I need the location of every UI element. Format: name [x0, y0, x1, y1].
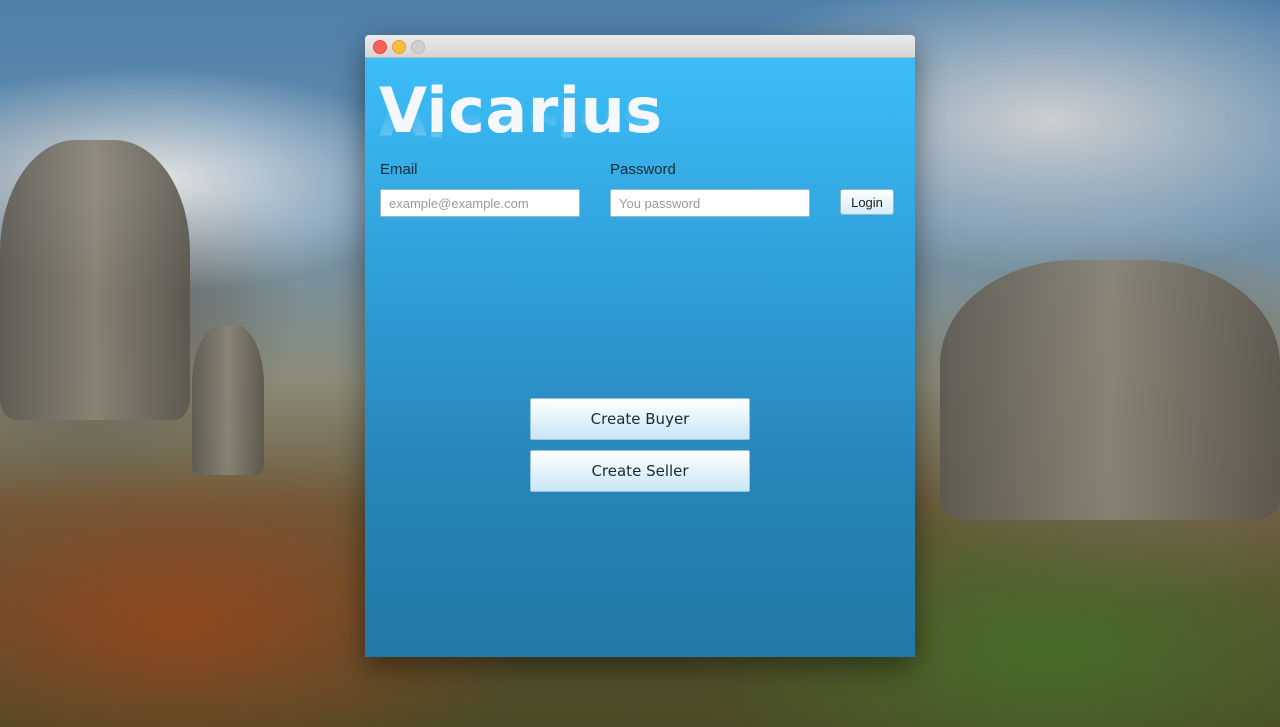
password-field[interactable]	[610, 189, 810, 217]
login-button[interactable]: Login	[840, 189, 894, 215]
wallpaper-rock-spire	[192, 325, 264, 475]
close-window-icon[interactable]	[373, 40, 387, 54]
app-window: Vicarius Vicarius Email Password Login C…	[365, 35, 915, 657]
wallpaper-rock-right	[940, 260, 1280, 520]
create-seller-button[interactable]: Create Seller	[530, 450, 750, 492]
app-title-reflection: Vicarius	[379, 106, 659, 144]
window-titlebar[interactable]	[365, 35, 915, 58]
email-field[interactable]	[380, 189, 580, 217]
password-label: Password	[610, 161, 676, 178]
zoom-window-icon[interactable]	[411, 40, 425, 54]
wallpaper-rock-left	[0, 140, 190, 420]
create-buyer-button[interactable]: Create Buyer	[530, 398, 750, 440]
minimize-window-icon[interactable]	[392, 40, 406, 54]
email-label: Email	[380, 161, 418, 178]
window-content: Vicarius Vicarius Email Password Login C…	[365, 58, 915, 657]
